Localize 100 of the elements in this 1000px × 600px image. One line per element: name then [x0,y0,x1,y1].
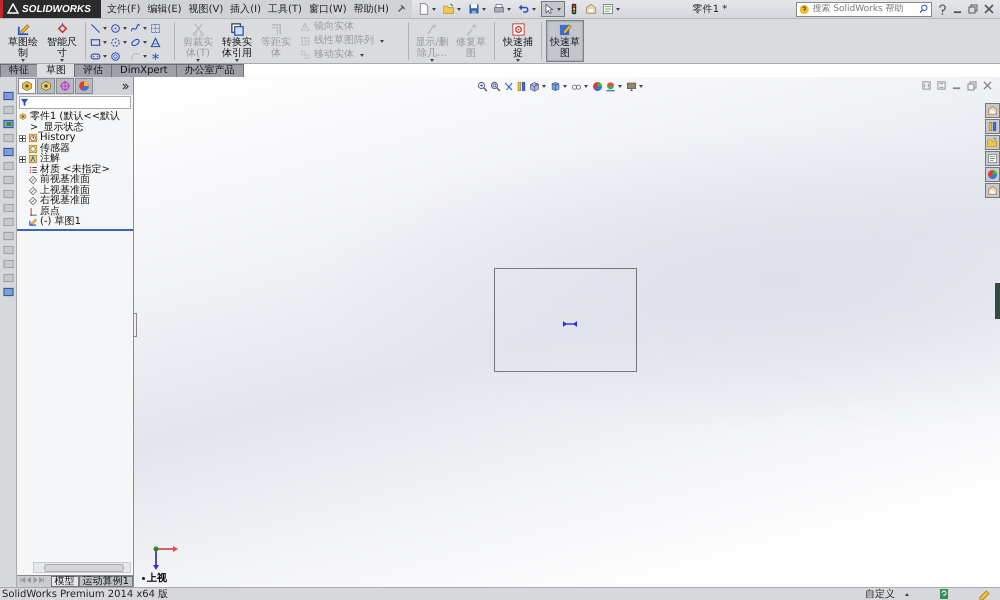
ribbon-button[interactable]: 快速草图 [546,20,584,62]
view-tool-button[interactable] [529,81,548,92]
tool-button[interactable] [130,36,149,48]
view-tool-button[interactable] [592,81,603,92]
tree-item[interactable]: History [40,133,76,144]
chevron-icon[interactable] [122,82,129,90]
task-pane-tab[interactable] [985,103,1000,118]
caret-icon[interactable] [103,54,107,58]
command-tab[interactable]: 评估 [74,64,112,77]
caret-icon[interactable] [532,8,536,10]
caret-icon[interactable] [584,85,588,88]
ribbon-button[interactable]: 转换实体引用 [218,20,256,62]
caret-icon[interactable] [542,85,546,88]
panel-tab[interactable] [37,78,55,94]
caret-icon[interactable] [482,8,486,10]
caret-icon[interactable] [456,8,461,10]
caret-icon[interactable] [123,40,127,44]
tool-button[interactable] [130,22,149,34]
list-document-icon [602,3,614,15]
sidebar-tool-icon[interactable] [2,287,14,297]
menu-item[interactable]: 编辑(E) [147,2,182,16]
panel-handle[interactable] [995,283,1000,319]
tool-button[interactable] [150,50,161,62]
model-tab[interactable]: 模型 [50,576,79,587]
close-icon[interactable] [984,4,994,14]
task-pane-tab[interactable] [985,183,1000,198]
restore-icon[interactable] [967,81,977,91]
task-pane-tab[interactable] [985,135,1000,150]
expand-icon[interactable] [19,134,26,142]
view-tool-button[interactable] [503,81,514,92]
tree-item[interactable]: 右视基准面 [40,196,90,206]
panel-tab[interactable] [18,78,36,94]
tool-button[interactable] [90,50,109,62]
sidebar-tool-icon[interactable] [2,91,14,101]
view-tool-button[interactable] [490,81,501,92]
tile-icon[interactable] [922,81,931,90]
tile-icon[interactable] [937,81,946,90]
menu-item[interactable]: 帮助(H) [354,2,389,16]
scrollbar[interactable] [33,562,131,573]
dot-grid-icon [300,36,310,46]
tree-item[interactable]: 零件1 (默认<<默认>_显示状态 [30,111,133,133]
task-pane-tab[interactable] [985,167,1000,182]
caret-icon[interactable] [103,26,107,30]
tool-button[interactable] [110,36,129,48]
tree-item[interactable]: 上视基准面 [40,186,90,196]
menu-item[interactable]: 工具(T) [268,2,302,16]
caret-icon[interactable] [103,40,107,44]
task-pane-tab[interactable] [985,151,1000,166]
filter-field[interactable] [19,96,131,109]
caret-icon[interactable] [556,8,561,10]
caret-icon[interactable] [143,40,147,44]
plus-line-icon [464,22,478,37]
tree-item[interactable]: 注解 [40,154,60,164]
view-tool-button[interactable] [550,81,569,92]
menu-item[interactable]: 窗口(W) [308,2,347,16]
tree-item[interactable]: (-) 草图1 [40,217,81,228]
tool-button[interactable] [110,22,129,34]
tree-item[interactable]: 前视基准面 [40,175,90,186]
caret-icon[interactable] [506,8,511,10]
caret-icon[interactable] [905,592,909,596]
tool-button[interactable] [150,22,161,34]
caret-icon[interactable] [618,85,622,88]
tool-button[interactable] [150,36,161,48]
view-tool-button[interactable] [477,81,488,92]
view-tool-button[interactable] [516,81,527,92]
tree-item[interactable]: 材质 <未指定> [40,164,110,175]
crosshair-icon [59,80,71,92]
command-tab[interactable]: 草图 [37,64,75,77]
caret-icon[interactable] [639,85,643,88]
menu-item[interactable]: 文件(F) [106,2,140,16]
caret-icon[interactable] [123,26,127,30]
caret-icon[interactable] [616,8,620,10]
search-icon[interactable] [919,4,929,14]
command-tab[interactable]: 办公室产品 [176,64,244,77]
tool-button[interactable] [110,50,121,62]
close-icon[interactable] [983,81,992,90]
caret-icon[interactable] [563,85,567,88]
task-pane-tab[interactable] [985,119,1000,134]
help-icon[interactable] [939,589,949,599]
sidebar-tool-icon[interactable] [2,147,14,157]
model-tab[interactable]: 运动算例1 [78,576,133,587]
sidebar-tool-icon[interactable] [2,119,14,129]
menu-item[interactable]: 插入(I) [230,2,261,16]
tree-item[interactable]: 传感器 [40,144,70,154]
app-logo-text: SOLIDWORKS [22,4,91,14]
tree-item[interactable]: 原点 [40,206,60,217]
units-button[interactable]: 自定义 [865,587,895,600]
view-tool-button[interactable] [626,81,645,92]
expand-icon[interactable] [19,156,26,163]
tool-button[interactable] [90,22,109,34]
caret-icon[interactable] [432,8,436,10]
ribbon-button[interactable]: 快速捕捉 [499,20,537,62]
tool-button[interactable] [90,36,109,48]
restore-icon[interactable] [968,4,978,14]
view-tool-button[interactable] [605,81,624,92]
command-tab[interactable]: DimXpert [111,64,177,77]
help-icon[interactable] [938,4,947,14]
menu-item[interactable]: 视图(V) [188,2,224,16]
command-tab[interactable]: 特征 [0,64,38,77]
caret-icon[interactable] [143,26,147,30]
